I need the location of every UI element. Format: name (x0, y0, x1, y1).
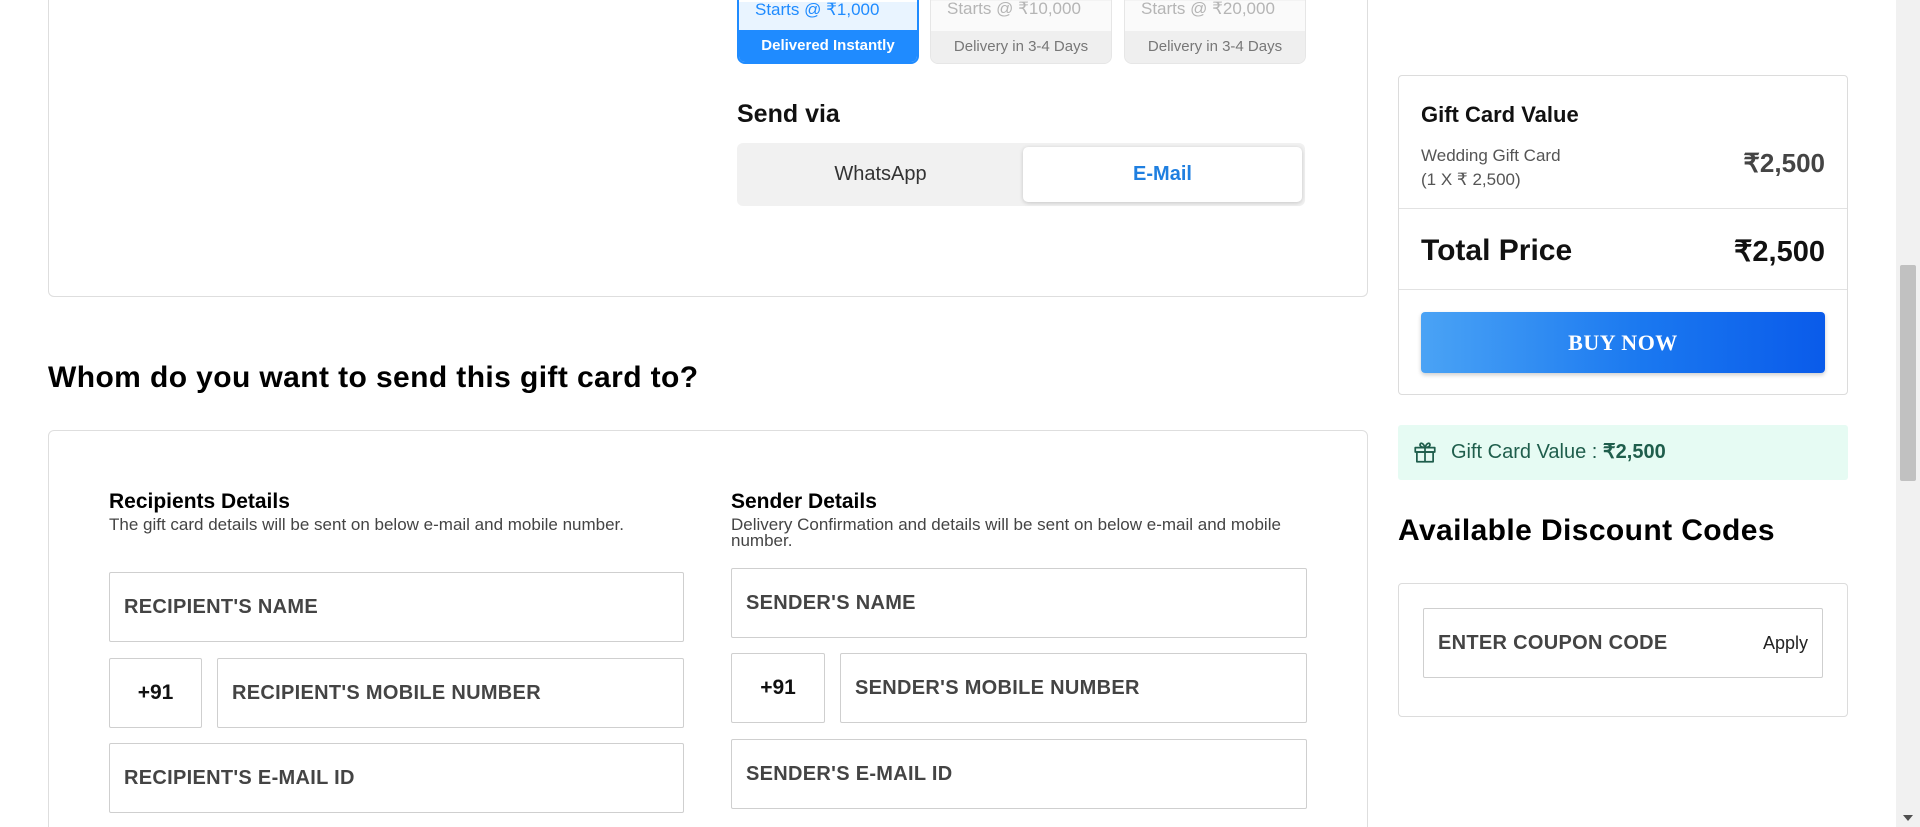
scrollbar-thumb[interactable] (1900, 265, 1916, 481)
recipient-email-field[interactable]: RECIPIENT'S E-MAIL ID (109, 743, 684, 813)
sender-name-placeholder: SENDER'S NAME (746, 591, 916, 614)
sender-email-field[interactable]: SENDER'S E-MAIL ID (731, 739, 1307, 809)
gift-card-item-amount: ₹2,500 (1743, 148, 1825, 178)
coupon-code-placeholder: ENTER COUPON CODE (1438, 632, 1668, 654)
sender-details-subtitle: Delivery Confirmation and details will b… (731, 515, 1281, 550)
delivery-option-20000[interactable]: Starts @ ₹20,000 Delivery in 3-4 Days (1124, 0, 1306, 64)
recipient-mobile-field[interactable]: RECIPIENT'S MOBILE NUMBER (217, 658, 684, 728)
recipient-section-title: Whom do you want to send this gift card … (48, 361, 699, 394)
recipient-name-field[interactable]: RECIPIENT'S NAME (109, 572, 684, 642)
delivery-option-10000[interactable]: Starts @ ₹10,000 Delivery in 3-4 Days (930, 0, 1112, 64)
delivery-option-price: Starts @ ₹10,000 (931, 0, 1111, 33)
gift-icon (1414, 442, 1436, 463)
send-via-toggle: WhatsApp E-Mail (737, 143, 1305, 206)
sender-name-field[interactable]: SENDER'S NAME (731, 568, 1307, 638)
gift-card-value-label: Gift Card Value : (1451, 441, 1603, 463)
summary-divider (1399, 208, 1847, 209)
order-summary-card: Gift Card Value Wedding Gift Card (1 X ₹… (1398, 75, 1848, 395)
scroll-down-arrow-icon[interactable] (1903, 815, 1913, 821)
sender-country-code[interactable]: +91 (731, 653, 825, 723)
recipient-name-placeholder: RECIPIENT'S NAME (124, 595, 319, 618)
recipient-mobile-placeholder: RECIPIENT'S MOBILE NUMBER (232, 681, 541, 704)
coupon-code-input[interactable]: ENTER COUPON CODE Apply (1423, 608, 1823, 678)
apply-coupon-button[interactable]: Apply (1763, 609, 1808, 677)
gift-card-value-title: Gift Card Value (1421, 102, 1579, 127)
gift-card-item: Wedding Gift Card (1 X ₹ 2,500) (1421, 144, 1561, 192)
sender-email-placeholder: SENDER'S E-MAIL ID (746, 762, 953, 785)
discount-codes-title: Available Discount Codes (1398, 514, 1775, 547)
page-scrollbar[interactable] (1896, 0, 1920, 827)
delivery-option-instant[interactable]: Starts @ ₹1,000 Delivered Instantly (737, 0, 919, 64)
delivery-option-time: Delivery in 3-4 Days (931, 31, 1111, 63)
summary-divider (1399, 289, 1847, 290)
coupon-card: ENTER COUPON CODE Apply (1398, 583, 1848, 717)
buy-now-button[interactable]: BUY NOW (1421, 312, 1825, 373)
sender-mobile-field[interactable]: SENDER'S MOBILE NUMBER (840, 653, 1307, 723)
gift-card-value-strip: Gift Card Value : ₹2,500 (1398, 425, 1848, 480)
gift-card-value-amount: ₹2,500 (1602, 441, 1666, 463)
delivery-option-time: Delivery in 3-4 Days (1125, 31, 1305, 63)
total-price-amount: ₹2,500 (1733, 236, 1825, 268)
gift-card-item-name: Wedding Gift Card (1421, 146, 1561, 165)
recipient-email-placeholder: RECIPIENT'S E-MAIL ID (124, 766, 355, 789)
sender-details-title: Sender Details (731, 490, 877, 513)
recipients-details-title: Recipients Details (109, 490, 290, 513)
gift-card-value-text: Gift Card Value : ₹2,500 (1451, 425, 1666, 480)
send-via-whatsapp-button[interactable]: WhatsApp (741, 147, 1020, 202)
gift-card-item-qty: (1 X ₹ 2,500) (1421, 170, 1521, 189)
recipients-details-subtitle: The gift card details will be sent on be… (109, 515, 624, 534)
total-price-label: Total Price (1421, 234, 1573, 267)
send-via-label: Send via (737, 100, 840, 128)
recipient-country-code[interactable]: +91 (109, 658, 202, 728)
sender-mobile-placeholder: SENDER'S MOBILE NUMBER (855, 676, 1140, 699)
delivery-option-time: Delivered Instantly (739, 30, 917, 62)
delivery-option-price: Starts @ ₹20,000 (1125, 0, 1305, 33)
send-via-email-button[interactable]: E-Mail (1023, 147, 1302, 202)
